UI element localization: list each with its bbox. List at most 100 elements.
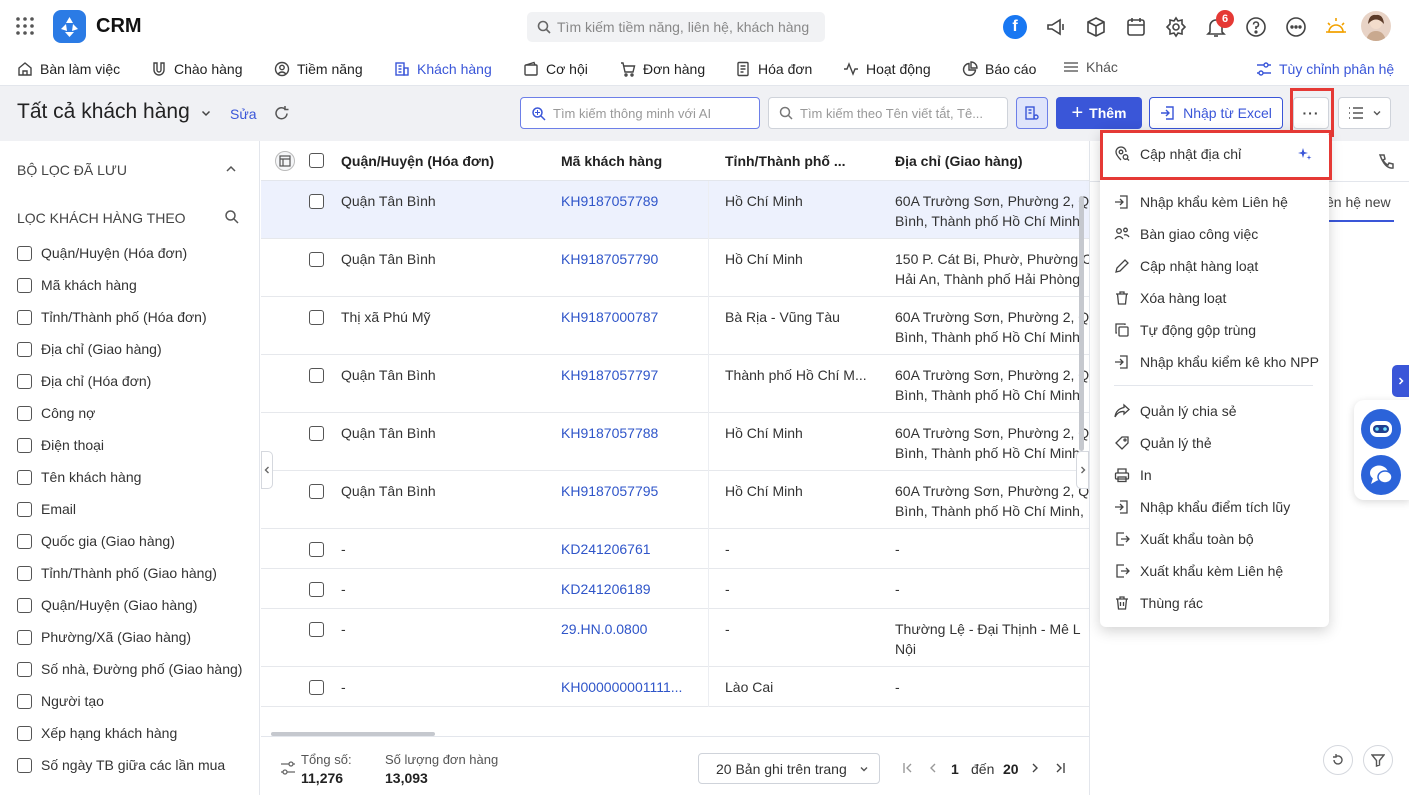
filter-checkbox[interactable] [17, 661, 32, 677]
more-actions-button[interactable]: ··· [1293, 97, 1329, 129]
table-row[interactable]: - KD241206189 - - [261, 569, 1089, 609]
filter-field-option[interactable]: Điện thoại [17, 435, 104, 455]
summary-settings-icon[interactable] [280, 761, 296, 775]
row-checkbox[interactable] [309, 622, 324, 637]
nav-item-more[interactable]: Khác [1063, 50, 1118, 84]
filter-field-option[interactable]: Email [17, 499, 76, 519]
nav-item-leads[interactable]: Tiềm năng [274, 52, 363, 86]
filter-field-option[interactable]: Xếp hạng khách hàng [17, 723, 177, 743]
cell-code[interactable]: KD241206761 [561, 539, 651, 559]
column-header-district[interactable]: Quận/Huyện (Hóa đơn) [341, 141, 494, 181]
global-search-input[interactable]: Tìm kiếm tiềm năng, liên hệ, khách hàng [527, 12, 825, 42]
cell-code[interactable]: KH000000001111... [561, 677, 682, 697]
row-checkbox[interactable] [309, 542, 324, 557]
table-row[interactable]: Quận Tân Bình KH9187057795 Hồ Chí Minh 60A … [261, 471, 1089, 529]
filter-field-option[interactable]: Số ngày TB giữa các lần mua [17, 755, 225, 775]
filter-checkbox[interactable] [17, 405, 32, 421]
ai-bot-icon[interactable] [1361, 409, 1401, 449]
table-row[interactable]: Quận Tân Bình KH9187057789 Hồ Chí Minh 60A … [261, 181, 1089, 239]
filter-checkbox[interactable] [17, 277, 32, 293]
filter-field-option[interactable]: Tỉnh/Thành phố (Hóa đơn) [17, 307, 207, 327]
row-checkbox[interactable] [309, 582, 324, 597]
column-header-province[interactable]: Tỉnh/Thành phố ... [725, 141, 846, 181]
detail-tab-partial[interactable]: ên hệ new [1326, 194, 1391, 210]
filter-checkbox[interactable] [17, 469, 32, 485]
building-filter-button[interactable] [1016, 97, 1048, 129]
menu-item-print[interactable]: In [1114, 464, 1152, 486]
chevron-up-icon[interactable] [225, 164, 237, 174]
gear-icon[interactable] [1165, 16, 1187, 38]
filter-checkbox[interactable] [17, 597, 32, 613]
cell-code[interactable]: KH9187057790 [561, 249, 658, 269]
cell-code[interactable]: KH9187057789 [561, 191, 658, 211]
filter-search-icon[interactable] [224, 209, 239, 224]
facebook-icon[interactable]: f [1003, 15, 1027, 39]
menu-item-manage-tags[interactable]: Quản lý thẻ [1114, 432, 1212, 454]
column-settings-icon[interactable] [275, 151, 295, 171]
filter-checkbox[interactable] [17, 501, 32, 517]
row-checkbox[interactable] [309, 484, 324, 499]
chat-dots-icon[interactable] [1285, 16, 1307, 38]
filter-field-option[interactable]: Người tạo [17, 691, 104, 711]
filter-field-option[interactable]: Số nhà, Đường phố (Giao hàng) [17, 659, 242, 679]
filter-field-option[interactable]: Quận/Huyện (Giao hàng) [17, 595, 197, 615]
customize-modules-link[interactable]: Tùy chỉnh phân hệ [1256, 52, 1394, 86]
app-grid-icon[interactable] [16, 17, 34, 35]
filter-checkbox[interactable] [17, 245, 32, 261]
table-row[interactable]: - 29.HN.0.0800 - Thường Lệ - Đại Thịnh - Mê… [261, 609, 1089, 667]
row-checkbox[interactable] [309, 426, 324, 441]
avatar[interactable] [1361, 11, 1391, 41]
menu-item-bulk-update[interactable]: Cập nhật hàng loạt [1114, 255, 1258, 277]
row-checkbox[interactable] [309, 310, 324, 325]
nav-item-invoices[interactable]: Hóa đơn [735, 52, 812, 86]
menu-item-trash[interactable]: Thùng rác [1114, 592, 1203, 614]
nav-item-reports[interactable]: Báo cáo [962, 52, 1036, 86]
filter-checkbox[interactable] [17, 373, 32, 389]
cell-code[interactable]: KH9187057788 [561, 423, 658, 443]
ai-search-input[interactable]: Tìm kiếm thông minh với AI [520, 97, 760, 129]
nav-item-activities[interactable]: Hoạt động [843, 52, 931, 86]
filter-checkbox[interactable] [17, 309, 32, 325]
nav-item-orders[interactable]: Đơn hàng [620, 52, 705, 86]
filter-field-option[interactable]: Mã khách hàng [17, 275, 137, 295]
menu-item-manage-sharing[interactable]: Quản lý chia sẻ [1114, 400, 1237, 422]
menu-item-import-with-contacts[interactable]: Nhập khẩu kèm Liên hệ [1114, 191, 1288, 213]
box-icon[interactable] [1085, 16, 1107, 38]
menu-item-import-inventory[interactable]: Nhập khẩu kiểm kê kho NPP [1114, 351, 1319, 373]
menu-item-import-points[interactable]: Nhập khẩu điểm tích lũy [1114, 496, 1290, 518]
table-row[interactable]: - KH000000001111... Lào Cai - [261, 667, 1089, 707]
filter-field-option[interactable]: Công nợ [17, 403, 95, 423]
add-customer-button[interactable]: + Thêm [1056, 97, 1142, 129]
select-all-checkbox[interactable] [309, 153, 324, 168]
first-page-icon[interactable] [902, 762, 914, 774]
sun-icon[interactable] [1324, 15, 1348, 39]
collapse-sidebar-handle[interactable] [261, 451, 273, 489]
menu-item-bulk-delete[interactable]: Xóa hàng loạt [1114, 287, 1226, 309]
column-header-code[interactable]: Mã khách hàng [561, 141, 662, 181]
side-expand-tab[interactable] [1392, 365, 1409, 397]
crm-logo-icon[interactable] [53, 10, 86, 43]
menu-item-export-all[interactable]: Xuất khẩu toàn bộ [1114, 528, 1254, 550]
table-row[interactable]: Thị xã Phú Mỹ KH9187000787 Bà Rịa - Vũng T… [261, 297, 1089, 355]
keyword-search-input[interactable]: Tìm kiếm theo Tên viết tắt, Tê... [768, 97, 1008, 129]
row-checkbox[interactable] [309, 252, 324, 267]
filter-checkbox[interactable] [17, 757, 32, 773]
column-header-address[interactable]: Địa chỉ (Giao hàng) [895, 141, 1023, 181]
table-row[interactable]: Quận Tân Bình KH9187057788 Hồ Chí Minh 60A … [261, 413, 1089, 471]
filter-field-option[interactable]: Phường/Xã (Giao hàng) [17, 627, 191, 647]
nav-item-offers[interactable]: Chào hàng [151, 52, 243, 86]
table-row[interactable]: Quận Tân Bình KH9187057790 Hồ Chí Minh 150 … [261, 239, 1089, 297]
filter-field-option[interactable]: Địa chỉ (Giao hàng) [17, 339, 162, 359]
calendar-icon[interactable] [1125, 16, 1147, 38]
filter-checkbox[interactable] [17, 565, 32, 581]
page-size-select[interactable]: 20 Bản ghi trên trang [698, 753, 880, 784]
menu-item-auto-merge[interactable]: Tự động gộp trùng [1114, 319, 1256, 341]
cell-code[interactable]: KH9187057797 [561, 365, 658, 385]
cell-code[interactable]: 29.HN.0.0800 [561, 619, 647, 639]
live-chat-icon[interactable] [1361, 455, 1401, 495]
edit-view-link[interactable]: Sửa [230, 106, 257, 122]
row-checkbox[interactable] [309, 368, 324, 383]
nav-item-customers[interactable]: Khách hàng [394, 52, 492, 86]
import-excel-button[interactable]: Nhập từ Excel [1149, 97, 1283, 129]
filter-field-option[interactable]: Địa chỉ (Hóa đơn) [17, 371, 151, 391]
